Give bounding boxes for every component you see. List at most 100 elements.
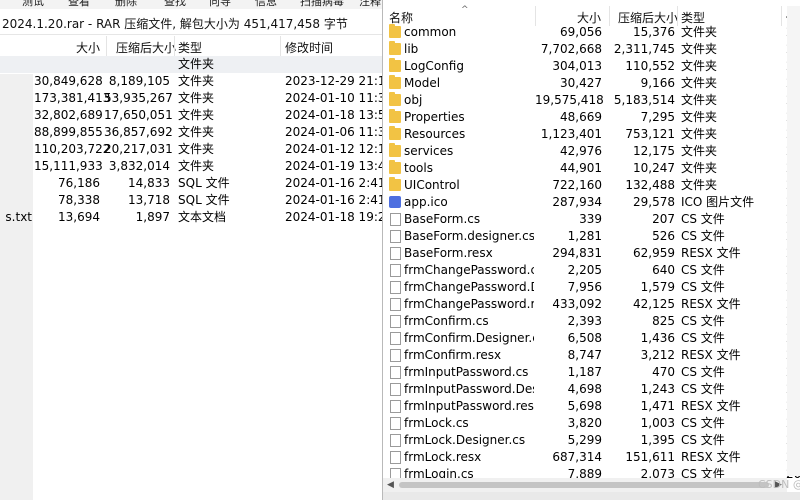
item-type: CS 文件: [681, 365, 725, 379]
item-packed-size: 9,166: [640, 76, 675, 90]
item-packed-size: 110,552: [625, 59, 675, 73]
item-packed-size: 15,376: [633, 25, 675, 39]
toolbar-comment-button[interactable]: 注释: [359, 0, 381, 9]
toolbar-test-button[interactable]: 测试: [22, 0, 44, 9]
file-icon: [390, 315, 401, 328]
list-item[interactable]: 173,381,413 53,935,267 文件夹 2024-01-10 11…: [0, 90, 384, 107]
file-icon: [390, 281, 401, 294]
list-item[interactable]: 76,186 14,833 SQL 文件 2024-01-16 2:41: [0, 175, 384, 192]
item-packed-size: 132,488: [625, 178, 675, 192]
item-type: 文件夹: [681, 25, 718, 39]
list-item[interactable]: Resources1,123,401753,121文件夹20: [383, 126, 800, 143]
column-size[interactable]: 大小: [34, 39, 100, 56]
item-name: s.txt: [5, 210, 32, 224]
item-size: 48,669: [560, 110, 602, 124]
item-name: UIControl: [404, 178, 460, 192]
list-item[interactable]: frmLock.resx687,314151,611RESX 文件20: [383, 449, 800, 466]
list-item[interactable]: frmConfirm.Designer.cs6,5081,436CS 文件20: [383, 330, 800, 347]
column-separator[interactable]: [174, 36, 175, 56]
item-size: 44,901: [560, 161, 602, 175]
column-modified[interactable]: 修改时间: [285, 39, 333, 56]
list-item[interactable]: s.txt 13,694 1,897 文本文档 2024-01-18 19:24: [0, 209, 384, 226]
list-item[interactable]: tools44,90110,247文件夹20: [383, 160, 800, 177]
list-item[interactable]: BaseForm.cs339207CS 文件20: [383, 211, 800, 228]
scroll-left-icon[interactable]: ◀: [387, 478, 394, 492]
list-item[interactable]: frmConfirm.resx8,7473,212RESX 文件20: [383, 347, 800, 364]
list-item[interactable]: 32,802,689 17,650,051 文件夹 2024-01-18 13:…: [0, 107, 384, 124]
list-item[interactable]: lib7,702,6682,311,745文件夹20: [383, 41, 800, 58]
list-item[interactable]: frmChangePassword.cs2,205640CS 文件20: [383, 262, 800, 279]
toolbar-view-button[interactable]: 查看: [68, 0, 90, 9]
item-size: 2,393: [567, 314, 602, 328]
item-name: frmLock.resx: [404, 450, 482, 464]
divider: [0, 34, 384, 35]
item-modified: 2024-01-18 19:24: [285, 210, 384, 224]
file-icon: [390, 332, 401, 345]
list-item[interactable]: frmLock.cs3,8201,003CS 文件20: [383, 415, 800, 432]
item-size: 7,956: [567, 280, 602, 294]
ico-file-icon: [389, 196, 401, 208]
list-item[interactable]: frmLock.Designer.cs5,2991,395CS 文件20: [383, 432, 800, 449]
list-item[interactable]: frmChangePassword.D...7,9561,579CS 文件20: [383, 279, 800, 296]
toolbar-wizard-button[interactable]: 向导: [209, 0, 231, 9]
list-item[interactable]: 110,203,722 20,217,031 文件夹 2024-01-12 12…: [0, 141, 384, 158]
column-separator[interactable]: [106, 36, 107, 56]
list-item[interactable]: 30,849,628 8,189,105 文件夹 2023-12-29 21:1…: [0, 73, 384, 90]
list-item[interactable]: app.ico287,93429,578ICO 图片文件20: [383, 194, 800, 211]
list-item[interactable]: 78,338 13,718 SQL 文件 2024-01-16 2:41: [0, 192, 384, 209]
item-type: 文件夹: [681, 144, 718, 158]
list-item[interactable]: 文件夹: [0, 56, 384, 73]
column-separator[interactable]: [781, 6, 782, 26]
list-item[interactable]: frmInputPassword.Desi...4,6981,243CS 文件2…: [383, 381, 800, 398]
item-packed-size: 1,243: [640, 382, 675, 396]
file-icon: [390, 213, 401, 226]
column-separator[interactable]: [677, 6, 678, 26]
item-type: CS 文件: [681, 212, 725, 226]
item-packed-size: 1,436: [640, 331, 675, 345]
list-item[interactable]: UIControl722,160132,488文件夹20: [383, 177, 800, 194]
list-item[interactable]: Model30,4279,166文件夹20: [383, 75, 800, 92]
item-size: 722,160: [552, 178, 602, 192]
item-modified: 2024-01-06 11:36: [285, 125, 384, 139]
item-packed-size: 151,611: [625, 450, 675, 464]
list-item[interactable]: BaseForm.resx294,83162,959RESX 文件20: [383, 245, 800, 262]
list-item[interactable]: 15,111,933 3,832,014 文件夹 2024-01-19 13:4…: [0, 158, 384, 175]
item-size: 294,831: [552, 246, 602, 260]
toolbar-delete-button[interactable]: 删除: [115, 0, 137, 9]
column-separator[interactable]: [280, 36, 281, 56]
list-item[interactable]: frmInputPassword.cs1,187470CS 文件20: [383, 364, 800, 381]
horizontal-scrollbar[interactable]: ◀ ▶: [383, 478, 787, 492]
list-item[interactable]: 88,899,855 36,857,692 文件夹 2024-01-06 11:…: [0, 124, 384, 141]
toolbar-info-button[interactable]: 信息: [255, 0, 277, 9]
scrollbar-thumb[interactable]: [399, 482, 769, 488]
list-item[interactable]: services42,97612,175文件夹20: [383, 143, 800, 160]
item-size: 78,338: [58, 193, 100, 207]
toolbar-virusscan-button[interactable]: 扫描病毒: [300, 0, 344, 9]
list-item[interactable]: obj19,575,4185,183,514文件夹20: [383, 92, 800, 109]
archive-path-bar[interactable]: 2024.1.20.rar - RAR 压缩文件, 解包大小为 451,417,…: [0, 12, 384, 35]
list-item[interactable]: BaseForm.designer.cs1,281526CS 文件20: [383, 228, 800, 245]
list-item[interactable]: LogConfig304,013110,552文件夹20: [383, 58, 800, 75]
column-separator[interactable]: [609, 6, 610, 26]
item-size: 3,820: [567, 416, 602, 430]
list-item[interactable]: Properties48,6697,295文件夹20: [383, 109, 800, 126]
item-name: BaseForm.cs: [404, 212, 481, 226]
item-packed-size: 1,471: [640, 399, 675, 413]
toolbar-find-button[interactable]: 查找: [164, 0, 186, 9]
list-item[interactable]: frmChangePassword.re... 433,092 42,125 RESX…: [383, 296, 800, 313]
file-list: common69,05615,376文件夹20lib7,702,6682,311…: [383, 24, 800, 483]
list-item[interactable]: common69,05615,376文件夹20: [383, 24, 800, 41]
list-item[interactable]: frmInputPassword.resx5,6981,471RESX 文件20: [383, 398, 800, 415]
vertical-scrollbar[interactable]: [787, 6, 800, 476]
item-packed-size: 36,857,692: [104, 125, 173, 139]
column-packed-size[interactable]: 压缩后大小: [116, 39, 176, 56]
folder-icon: [389, 92, 401, 106]
column-type[interactable]: 类型: [178, 39, 202, 56]
item-size: 5,698: [567, 399, 602, 413]
column-separator[interactable]: [535, 6, 536, 26]
item-size: 287,934: [552, 195, 602, 209]
item-size: 13,694: [58, 210, 100, 224]
item-type: SQL 文件: [178, 176, 230, 190]
list-item[interactable]: frmConfirm.cs2,393825CS 文件20: [383, 313, 800, 330]
item-name: frmChangePassword.D...: [404, 280, 534, 294]
